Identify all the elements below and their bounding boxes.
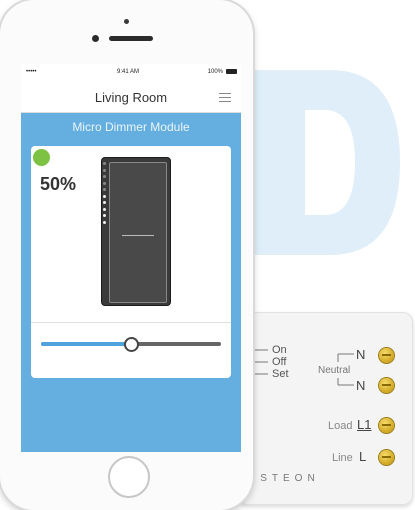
screw-terminal-n-top	[379, 348, 394, 363]
neutral-label: Neutral	[318, 365, 351, 376]
screw-terminal-load	[379, 418, 394, 433]
slider-fill	[41, 342, 131, 346]
level-led	[103, 162, 106, 165]
level-led	[103, 181, 106, 185]
level-led	[103, 201, 106, 204]
dimmer-level-slider[interactable]	[41, 337, 221, 352]
switch-label-off: Off	[272, 356, 287, 368]
level-led	[103, 175, 106, 178]
device-card: 50%	[31, 146, 231, 378]
phone-top-dot	[124, 19, 129, 24]
terminal-l1-label: L1	[357, 417, 372, 432]
level-led	[103, 207, 106, 211]
battery-icon	[226, 69, 237, 74]
dimmer-paddle	[109, 162, 167, 303]
line-label: Line	[332, 452, 353, 464]
card-divider	[31, 322, 231, 323]
brand-logo: NSTEON	[248, 473, 320, 484]
device-status-indicator	[33, 149, 50, 166]
carrier-signal: •••••	[26, 69, 37, 75]
terminal-n-bottom-label: N	[356, 378, 366, 393]
level-led	[103, 220, 106, 224]
front-camera	[92, 35, 99, 42]
status-time: 9:41 AM	[117, 69, 140, 75]
screw-terminal-line	[379, 450, 394, 465]
screw-terminal-n-bottom	[379, 378, 394, 393]
dimmer-level-text: 50%	[40, 174, 77, 194]
level-led	[103, 194, 106, 198]
room-title: Living Room	[94, 90, 168, 105]
level-led	[103, 214, 106, 217]
hamburger-menu-icon[interactable]	[219, 93, 231, 102]
switch-label-on: On	[272, 344, 287, 356]
earpiece-speaker	[109, 36, 153, 41]
switch-label-set: Set	[272, 368, 289, 380]
battery-percent: 100%	[207, 69, 223, 75]
status-bar: ••••• 9:41 AM 100%	[21, 64, 241, 80]
level-led	[103, 168, 106, 172]
home-button[interactable]	[108, 456, 150, 498]
terminal-n-top-label: N	[356, 347, 366, 362]
device-type-title: Micro Dimmer Module	[72, 120, 190, 134]
terminal-l-label: L	[359, 449, 367, 464]
phone: ••••• 9:41 AM 100% Living Room Micro Dim…	[0, 0, 253, 510]
load-label: Load	[328, 420, 353, 432]
phone-screen: ••••• 9:41 AM 100% Living Room Micro Dim…	[21, 64, 241, 452]
level-led	[103, 188, 106, 191]
slider-thumb[interactable]	[123, 337, 139, 352]
dimmer-switch-image[interactable]	[102, 158, 170, 305]
nav-bar: Living Room	[21, 80, 241, 113]
level-led-column	[103, 162, 107, 227]
